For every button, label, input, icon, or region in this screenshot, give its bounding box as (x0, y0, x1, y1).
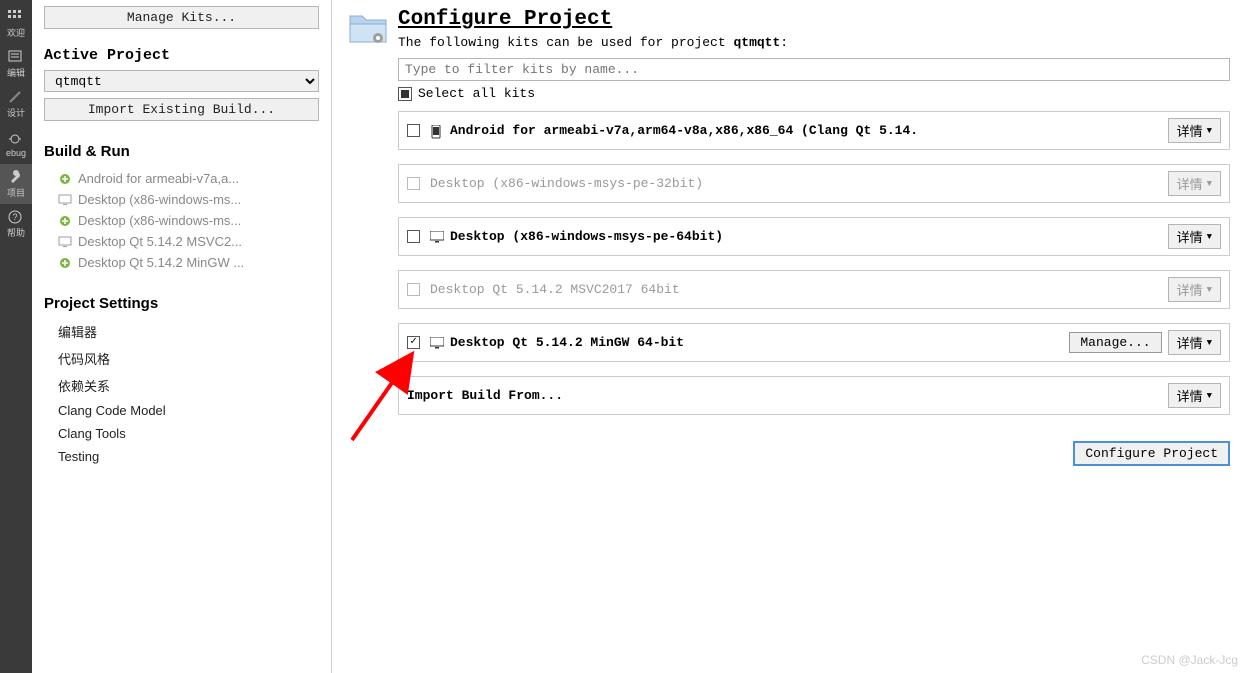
checkbox-icon (407, 283, 420, 296)
subtitle: The following kits can be used for proje… (398, 35, 1230, 50)
select-all-kits[interactable]: Select all kits (398, 86, 1230, 101)
configure-project-panel: Configure Project The following kits can… (332, 0, 1248, 673)
mode-help[interactable]: ? 帮助 (0, 204, 32, 244)
edit-icon (7, 49, 25, 65)
import-build-row[interactable]: Import Build From... 详情▼ (398, 376, 1230, 415)
import-details-button[interactable]: 详情▼ (1168, 383, 1221, 408)
kit-list-item[interactable]: Desktop (x86-windows-ms... (58, 210, 319, 231)
kit-details-button[interactable]: 详情▼ (1168, 118, 1221, 143)
desktop-icon (430, 231, 444, 243)
settings-editor[interactable]: 编辑器 (58, 318, 319, 345)
kit-row-desktop-32: Desktop (x86-windows-msys-pe-32bit) 详情▼ (398, 164, 1230, 203)
watermark: CSDN @Jack-Jcg (1141, 653, 1238, 667)
kit-row-mingw[interactable]: Desktop Qt 5.14.2 MinGW 64-bit Manage...… (398, 323, 1230, 362)
settings-dependencies[interactable]: 依赖关系 (58, 372, 319, 399)
build-run-kit-list: Android for armeabi-v7a,a... Desktop (x8… (44, 168, 319, 273)
chevron-down-icon: ▼ (1207, 179, 1212, 189)
checkbox-checked-icon[interactable] (407, 336, 420, 349)
import-existing-build-button[interactable]: Import Existing Build... (44, 98, 319, 121)
mode-debug[interactable]: ebug (0, 124, 32, 164)
mode-projects[interactable]: 项目 (0, 164, 32, 204)
plus-icon (58, 256, 72, 270)
chevron-down-icon: ▼ (1207, 338, 1212, 348)
kit-details-button: 详情▼ (1168, 171, 1221, 196)
active-project-select[interactable]: qtmqtt (44, 70, 319, 92)
mode-edit[interactable]: 编辑 (0, 44, 32, 84)
checkbox-indeterminate-icon (398, 87, 412, 101)
wrench-icon (7, 169, 25, 185)
kit-details-button[interactable]: 详情▼ (1168, 224, 1221, 249)
folder-gear-icon (346, 8, 390, 48)
phone-icon (430, 125, 444, 137)
active-project-heading: Active Project (44, 47, 319, 64)
kit-row-msvc: Desktop Qt 5.14.2 MSVC2017 64bit 详情▼ (398, 270, 1230, 309)
mode-sidebar: 欢迎 编辑 设计 ebug 项目 ? 帮助 (0, 0, 32, 673)
desktop-icon (58, 193, 72, 207)
svg-text:?: ? (12, 212, 17, 222)
kit-list-item[interactable]: Desktop (x86-windows-ms... (58, 189, 319, 210)
chevron-down-icon: ▼ (1207, 285, 1212, 295)
chevron-down-icon: ▼ (1207, 232, 1212, 242)
desktop-icon (430, 337, 444, 349)
settings-code-style[interactable]: 代码风格 (58, 345, 319, 372)
project-settings-heading: Project Settings (44, 295, 319, 312)
build-run-heading: Build & Run (44, 143, 319, 160)
mode-welcome[interactable]: 欢迎 (0, 4, 32, 44)
configure-project-button[interactable]: Configure Project (1073, 441, 1230, 466)
settings-clang-model[interactable]: Clang Code Model (58, 399, 319, 422)
plus-icon (58, 172, 72, 186)
debug-icon (7, 131, 25, 147)
design-icon (7, 89, 25, 105)
projects-side-panel: Manage Kits... Active Project qtmqtt Imp… (32, 0, 332, 673)
page-title: Configure Project (398, 8, 1230, 31)
checkbox-icon[interactable] (407, 230, 420, 243)
chevron-down-icon: ▼ (1207, 391, 1212, 401)
help-icon: ? (7, 209, 25, 225)
grid-icon (7, 9, 25, 25)
kit-list-item[interactable]: Android for armeabi-v7a,a... (58, 168, 319, 189)
kit-list-item[interactable]: Desktop Qt 5.14.2 MinGW ... (58, 252, 319, 273)
kit-filter-input[interactable] (398, 58, 1230, 81)
plus-icon (58, 214, 72, 228)
kit-row-desktop-64[interactable]: Desktop (x86-windows-msys-pe-64bit) 详情▼ (398, 217, 1230, 256)
kit-details-button[interactable]: 详情▼ (1168, 330, 1221, 355)
checkbox-icon (407, 177, 420, 190)
settings-testing[interactable]: Testing (58, 445, 319, 468)
kit-row-android[interactable]: Android for armeabi-v7a,arm64-v8a,x86,x8… (398, 111, 1230, 150)
checkbox-icon[interactable] (407, 124, 420, 137)
kit-manage-button[interactable]: Manage... (1069, 332, 1161, 353)
manage-kits-button[interactable]: Manage Kits... (44, 6, 319, 29)
settings-clang-tools[interactable]: Clang Tools (58, 422, 319, 445)
project-settings-list: 编辑器 代码风格 依赖关系 Clang Code Model Clang Too… (44, 318, 319, 468)
kit-details-button: 详情▼ (1168, 277, 1221, 302)
desktop-icon (58, 235, 72, 249)
chevron-down-icon: ▼ (1207, 126, 1212, 136)
mode-design[interactable]: 设计 (0, 84, 32, 124)
kit-list-item[interactable]: Desktop Qt 5.14.2 MSVC2... (58, 231, 319, 252)
